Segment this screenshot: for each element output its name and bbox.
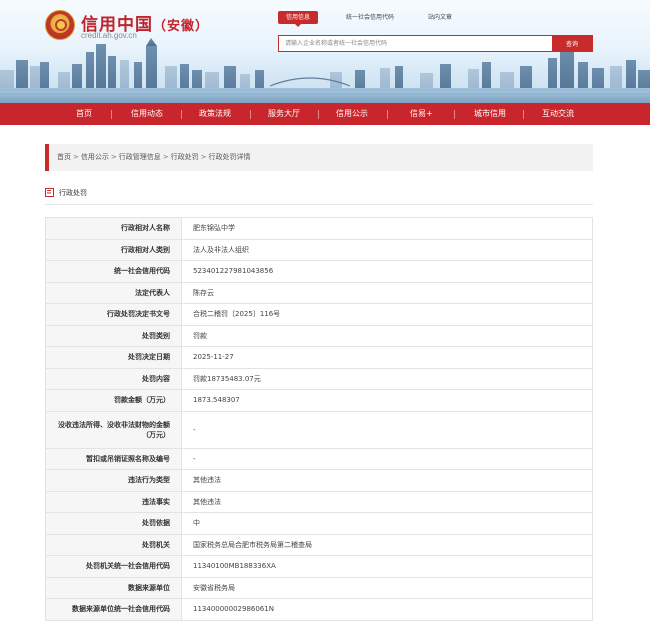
nav-item-home[interactable]: 首页 [76,103,92,125]
field-value: 罚款 [181,324,593,347]
table-row: 违法事实 其他违法 [45,490,593,513]
field-label: 行政处罚决定书文号 [45,303,182,326]
breadcrumb-separator: > [200,153,207,161]
field-label: 处罚决定日期 [45,346,182,369]
breadcrumb-separator: > [110,153,117,161]
field-label: 暂扣或吊销证照名称及编号 [45,447,182,470]
nav-divider [318,110,319,119]
nav-divider [454,110,455,119]
breadcrumb-credit-disclosure[interactable]: 信用公示 [81,153,109,161]
nav-divider [523,110,524,119]
nav-divider [111,110,112,119]
field-value: 安徽省税务局 [181,576,593,599]
table-row: 处罚依据中 [45,512,593,535]
table-row: 行政相对人名称 肥东锦弘中学 [45,217,593,240]
section-title-text: 行政处罚 [59,189,87,197]
breadcrumb-separator: > [162,153,169,161]
field-label: 违法事实 [45,490,182,513]
field-value: - [181,447,593,470]
field-value: 11340000002986061N [181,598,593,621]
field-value: 2025-11-27 [181,346,593,369]
field-value: 其他违法 [181,490,593,513]
document-icon [45,187,54,197]
nav-item-policies[interactable]: 政策法规 [199,103,231,125]
table-row: 违法行为类型 其他违法 [45,469,593,492]
field-label: 没收违法所得、没收非法财物的金额（万元） [45,410,182,449]
table-row: 暂扣或吊销证照名称及编号 - [45,447,593,470]
search-tab-credit-info[interactable]: 信用信息 [278,11,319,27]
table-row: 处罚决定日期 2025-11-27 [45,346,593,369]
field-label: 法定代表人 [45,281,182,304]
nav-item-credit-disclosure[interactable]: 信用公示 [336,103,368,125]
table-row: 行政处罚决定书文号 合税二稽罚〔2025〕116号 [45,303,593,326]
field-value: 陈存云 [181,281,593,304]
field-value: 国家税务总局合肥市税务局第二稽查局 [181,533,593,556]
breadcrumb-admin-penalty[interactable]: 行政处罚 [171,153,199,161]
main-nav: 首页 信用动态 政策法规 服务大厅 信用公示 信易+ 城市信用 互动交流 [0,103,650,125]
field-value: 罚款18735483.07元 [181,367,593,390]
field-label: 数据来源单位 [45,576,182,599]
search-input[interactable] [279,36,552,51]
site-header: 信用中国（安徽） credit.ah.gov.cn 信用信息 统一社会信用代码 … [0,0,650,103]
breadcrumb-current: 行政处罚详情 [208,153,251,161]
table-row: 处罚内容 罚款18735483.07元 [45,367,593,390]
nav-item-city-credit[interactable]: 城市信用 [474,103,506,125]
section-title: 行政处罚 [45,186,87,200]
breadcrumb-admin-info[interactable]: 行政管理信息 [119,153,161,161]
field-label: 处罚内容 [45,367,182,390]
breadcrumb: 首页 > 信用公示 > 行政管理信息 > 行政处罚 > 行政处罚详情 [45,144,593,171]
table-row: 行政相对人类别 法人及非法人组织 [45,238,593,261]
nav-divider [387,110,388,119]
table-row: 处罚机关统一社会信用代码 11340100MB188336XA [45,555,593,578]
table-row: 处罚机关 国家税务总局合肥市税务局第二稽查局 [45,533,593,556]
nav-item-credit-news[interactable]: 信用动态 [131,103,163,125]
nav-item-xinyi-plus[interactable]: 信易+ [410,103,433,125]
table-row: 没收违法所得、没收非法财物的金额（万元） - [45,410,593,449]
field-value: 法人及非法人组织 [181,238,593,261]
search-button[interactable]: 查询 [552,36,592,51]
field-value: 52340122798104385​6 [181,260,593,283]
field-label: 行政相对人名称 [45,217,182,240]
search-box: 查询 [278,35,593,52]
table-row: 法定代表人 陈存云 [45,281,593,304]
national-emblem-logo [45,10,75,40]
field-value: 肥东锦弘中学 [181,217,593,240]
nav-item-interaction[interactable]: 互动交流 [542,103,574,125]
field-label: 处罚类别 [45,324,182,347]
site-url: credit.ah.gov.cn [81,31,137,40]
field-label: 行政相对人类别 [45,238,182,261]
field-label: 违法行为类型 [45,469,182,492]
field-label: 处罚依据 [45,512,182,535]
table-row: 罚款金额（万元） 1873.548307 [45,389,593,412]
field-label: 数据来源单位统一社会信用代码 [45,598,182,621]
field-value: 中 [181,512,593,535]
breadcrumb-home[interactable]: 首页 [57,153,71,161]
search-tab-articles[interactable]: 站内文章 [428,11,452,24]
field-value: 1873.548307 [181,389,593,412]
field-value: - [181,410,593,449]
field-value: 合税二稽罚〔2025〕116号 [181,303,593,326]
table-row: 数据来源单位统一社会信用代码 11340000002986061N [45,598,593,621]
search-tab-credit-code[interactable]: 统一社会信用代码 [346,11,394,24]
breadcrumb-separator: > [73,153,79,161]
table-row: 数据来源单位 安徽省税务局 [45,576,593,599]
nav-divider [250,110,251,119]
nav-divider [181,110,182,119]
field-label: 罚款金额（万元） [45,389,182,412]
table-row: 处罚类别 罚款 [45,324,593,347]
field-label: 处罚机关 [45,533,182,556]
section-divider [45,204,593,205]
field-value: 其他违法 [181,469,593,492]
field-value: 11340100MB188336XA [181,555,593,578]
field-label: 统一社会信用代码 [45,260,182,283]
table-row: 统一社会信用代码 52340122798104385​6 [45,260,593,283]
field-label: 处罚机关统一社会信用代码 [45,555,182,578]
nav-item-service-hall[interactable]: 服务大厅 [268,103,300,125]
site-region-text: （安徽） [153,19,210,34]
penalty-detail-table: 行政相对人名称 肥东锦弘中学 行政相对人类别 法人及非法人组织 统一社会信用代码 52… [45,217,593,621]
